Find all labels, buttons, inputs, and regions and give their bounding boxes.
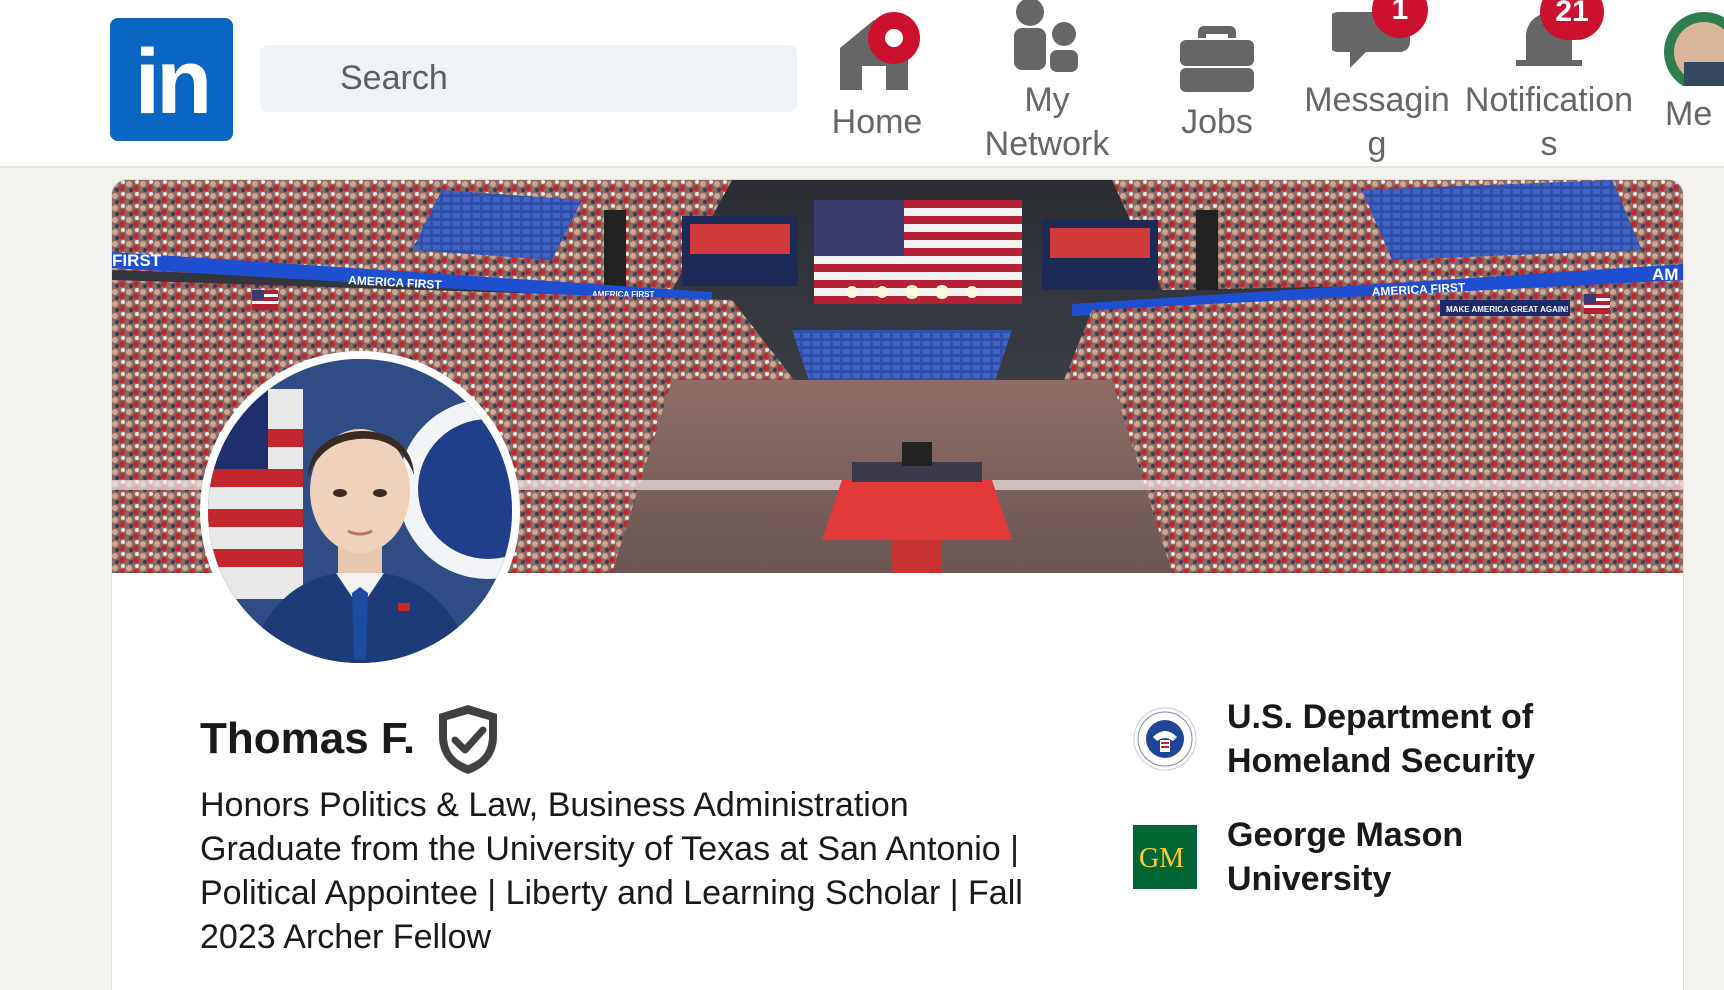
nav-notifications[interactable]: 21 Notifications (1464, 0, 1634, 168)
experience-education-list: U.S. Department of Homeland Security GM … (1133, 695, 1567, 931)
banner-left-text: FIRST (112, 251, 162, 270)
linkedin-logo[interactable]: in (110, 18, 233, 141)
nav-home[interactable]: Home (797, 0, 957, 168)
profile-photo[interactable] (200, 351, 520, 671)
briefcase-icon (1172, 14, 1262, 94)
profile-headline: Honors Politics & Law, Business Administ… (200, 786, 1023, 956)
nav-my-network-label: My Network (984, 81, 1110, 163)
name-row: Thomas F. (200, 702, 501, 776)
nav-jobs-label: Jobs (1181, 103, 1253, 141)
nav-notifications-label: Notifications (1464, 81, 1634, 163)
org-name-dhs: U.S. Department of Homeland Security (1227, 698, 1535, 780)
nav-me[interactable]: Me (1640, 0, 1724, 168)
verified-shield-icon[interactable] (435, 702, 501, 776)
dhs-seal-icon (1133, 707, 1197, 771)
org-name-gmu: George Mason University (1227, 816, 1464, 898)
nav-jobs[interactable]: Jobs (1137, 0, 1297, 168)
search-input[interactable] (260, 45, 797, 112)
gmu-logo-icon: GM (1133, 825, 1197, 889)
profile-name: Thomas F. (200, 714, 416, 763)
profile-card: FIRST AMERICA FIRST AMERICA FIRST AMERIC… (111, 179, 1684, 990)
avatar-icon (1640, 0, 1724, 92)
nav-messaging[interactable]: 1 Messaging (1297, 0, 1457, 168)
maga-sign-text: MAKE AMERICA GREAT AGAIN! (1446, 305, 1569, 314)
nav-messaging-label: Messaging (1304, 81, 1450, 163)
chat-icon: 1 (1328, 0, 1428, 76)
org-item-gmu[interactable]: GM George Mason University (1133, 813, 1567, 901)
bell-icon: 21 (1504, 0, 1604, 76)
nav-home-label: Home (831, 103, 923, 141)
gmu-logo-text: GM (1139, 843, 1184, 874)
search-box[interactable] (260, 45, 797, 112)
nav-me-label: Me (1665, 95, 1713, 133)
nav-my-network[interactable]: My Network (967, 0, 1127, 168)
people-icon (1002, 0, 1092, 76)
top-nav: in Home My Network (0, 0, 1724, 168)
org-item-dhs[interactable]: U.S. Department of Homeland Security (1133, 695, 1567, 783)
home-icon (832, 8, 922, 94)
